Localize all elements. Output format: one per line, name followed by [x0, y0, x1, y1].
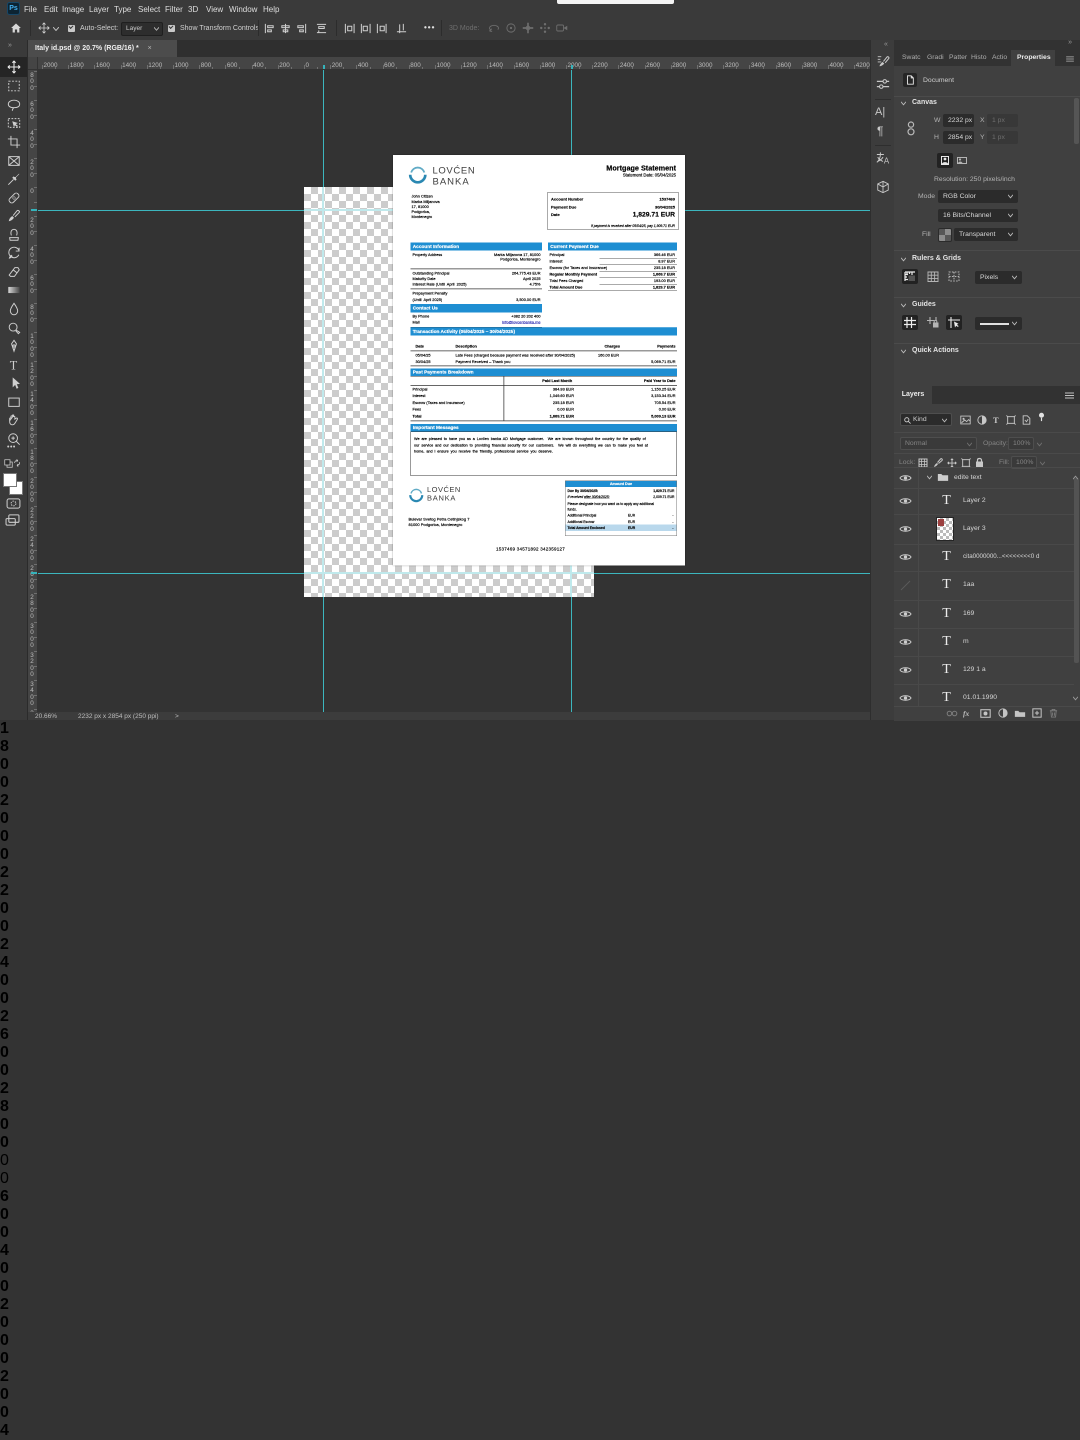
svg-text:A: A	[884, 156, 890, 165]
svg-text:T: T	[10, 358, 18, 372]
